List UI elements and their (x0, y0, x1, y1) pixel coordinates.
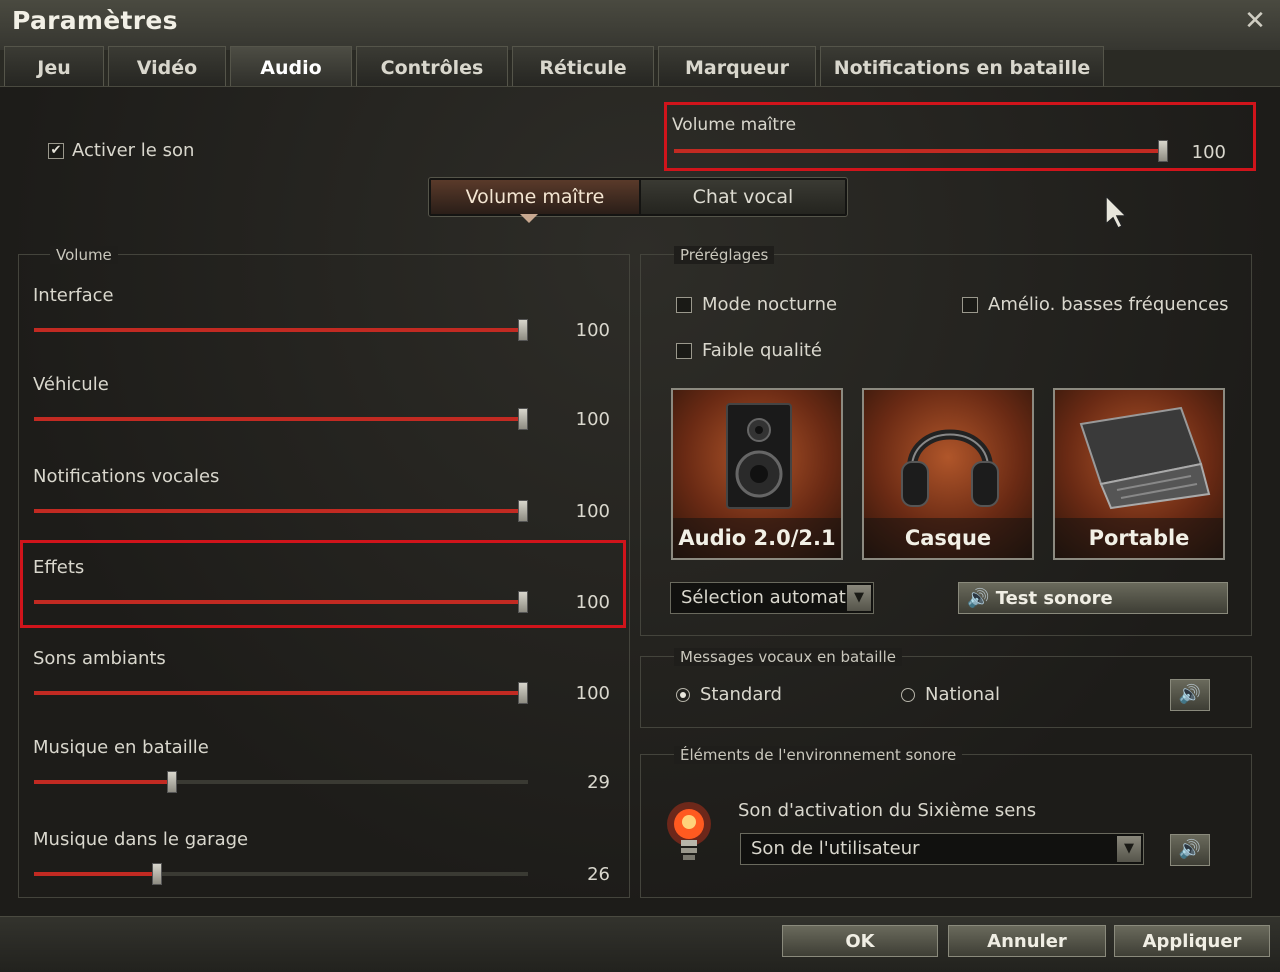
preset-speakers-label: Audio 2.0/2.1 (673, 518, 841, 558)
interface-slider-track[interactable] (34, 328, 528, 332)
standard-label: Standard (700, 684, 782, 705)
garage-music-slider-track[interactable] (34, 872, 528, 876)
sixth-sense-value: Son de l'utilisateur (751, 838, 920, 859)
interface-slider-fill (34, 328, 528, 332)
cancel-button[interactable]: Annuler (948, 925, 1106, 957)
preset-headphones-label: Casque (864, 518, 1032, 558)
standard-radio[interactable] (676, 688, 690, 702)
interface-slider-thumb[interactable] (518, 319, 528, 341)
voice-notifications-value: 100 (575, 501, 610, 522)
interface-value: 100 (575, 320, 610, 341)
preset-laptop-label: Portable (1055, 518, 1223, 558)
garage-music-slider-fill (34, 872, 163, 876)
preset-headphones-card[interactable]: Casque (862, 388, 1034, 560)
garage-music-slider-thumb[interactable] (152, 863, 163, 885)
tab-video[interactable]: Vidéo (108, 46, 226, 86)
low-quality-checkbox[interactable] (676, 343, 692, 359)
garage-music-value: 26 (587, 864, 610, 885)
vehicle-label: Véhicule (33, 374, 109, 395)
volume-legend: Volume (50, 246, 118, 264)
chevron-down-icon: ▼ (847, 585, 871, 611)
vehicle-value: 100 (575, 409, 610, 430)
effects-highlight (20, 540, 626, 628)
ambient-sounds-label: Sons ambiants (33, 648, 166, 669)
mouse-cursor-icon (1105, 194, 1128, 230)
caret-down-icon (520, 214, 538, 223)
sixth-sense-label: Son d'activation du Sixième sens (738, 800, 1037, 821)
environment-group (640, 754, 1252, 898)
battle-music-slider-thumb[interactable] (167, 771, 178, 793)
vehicle-slider-track[interactable] (34, 417, 528, 421)
auto-select-dropdown[interactable]: Sélection automati ▼ (670, 582, 874, 614)
tab-marqueur[interactable]: Marqueur (658, 46, 816, 86)
chevron-down-icon: ▼ (1117, 836, 1141, 862)
close-icon[interactable]: ✕ (1240, 6, 1270, 36)
battle-music-label: Musique en bataille (33, 737, 209, 758)
tab-audio[interactable]: Audio (230, 46, 352, 86)
speaker-icon (726, 403, 792, 509)
night-mode-checkbox[interactable] (676, 297, 692, 313)
title-bar (0, 0, 1280, 50)
battle-music-value: 29 (587, 772, 610, 793)
window-title: Paramètres (12, 6, 178, 35)
low-quality-label: Faible qualité (702, 340, 822, 361)
enable-sound-checkbox[interactable]: ✔ (48, 143, 64, 159)
preset-speakers-card[interactable]: Audio 2.0/2.1 (671, 388, 843, 560)
tab-bar: Jeu Vidéo Audio Contrôles Réticule Marqu… (0, 46, 1280, 86)
tab-jeu[interactable]: Jeu (4, 46, 104, 86)
voice-notifications-slider-track[interactable] (34, 509, 528, 513)
master-volume-thumb[interactable] (1158, 140, 1168, 162)
sixth-sense-dropdown[interactable]: Son de l'utilisateur ▼ (740, 833, 1144, 865)
sound-test-label: Test sonore (995, 588, 1113, 609)
speaker-volume-icon: 🔊 (967, 588, 990, 609)
voice-notifications-slider-fill (34, 509, 528, 513)
environment-legend: Éléments de l'environnement sonore (674, 746, 963, 764)
laptop-icon (1079, 406, 1211, 510)
garage-music-label: Musique dans le garage (33, 829, 249, 850)
enable-sound-label: Activer le son (72, 140, 195, 161)
national-radio[interactable] (901, 688, 915, 702)
tab-master-volume[interactable]: Volume maître (431, 180, 639, 214)
preset-laptop-card[interactable]: Portable (1053, 388, 1225, 560)
battle-voice-legend: Messages vocaux en bataille (674, 648, 902, 666)
presets-legend: Préréglages (674, 246, 775, 264)
vehicle-slider-fill (34, 417, 528, 421)
auto-select-value: Sélection automati (681, 587, 851, 608)
voice-notifications-slider-thumb[interactable] (518, 500, 528, 522)
apply-button[interactable]: Appliquer (1114, 925, 1270, 957)
battle-voice-preview-button[interactable]: 🔊 (1170, 679, 1210, 711)
vehicle-slider-thumb[interactable] (518, 408, 528, 430)
master-volume-fill (674, 149, 1168, 153)
battle-music-slider-track[interactable] (34, 780, 528, 784)
ambient-sounds-value: 100 (575, 683, 610, 704)
voice-notifications-label: Notifications vocales (33, 466, 220, 487)
tab-voice-chat[interactable]: Chat vocal (641, 180, 845, 214)
ambient-sounds-slider-thumb[interactable] (518, 682, 528, 704)
tab-reticule[interactable]: Réticule (512, 46, 654, 86)
bass-boost-label: Amélio. basses fréquences (988, 294, 1229, 315)
headphones-icon (901, 429, 999, 507)
night-mode-label: Mode nocturne (702, 294, 838, 315)
master-volume-track[interactable] (674, 149, 1168, 153)
tab-controles[interactable]: Contrôles (356, 46, 508, 86)
sound-test-button[interactable]: 🔊 Test sonore (958, 582, 1228, 614)
national-label: National (925, 684, 1001, 705)
volume-mode-toggle: Volume maître Chat vocal (428, 177, 848, 217)
master-volume-value: 100 (1191, 142, 1226, 163)
lightbulb-icon (667, 802, 711, 860)
sixth-sense-preview-button[interactable]: 🔊 (1170, 834, 1210, 866)
master-volume-label: Volume maître (672, 115, 797, 135)
ambient-sounds-slider-track[interactable] (34, 691, 528, 695)
tab-notifications[interactable]: Notifications en bataille (820, 46, 1104, 86)
ambient-sounds-slider-fill (34, 691, 528, 695)
battle-music-slider-fill (34, 780, 178, 784)
interface-label: Interface (33, 285, 114, 306)
ok-button[interactable]: OK (782, 925, 938, 957)
bass-boost-checkbox[interactable] (962, 297, 978, 313)
